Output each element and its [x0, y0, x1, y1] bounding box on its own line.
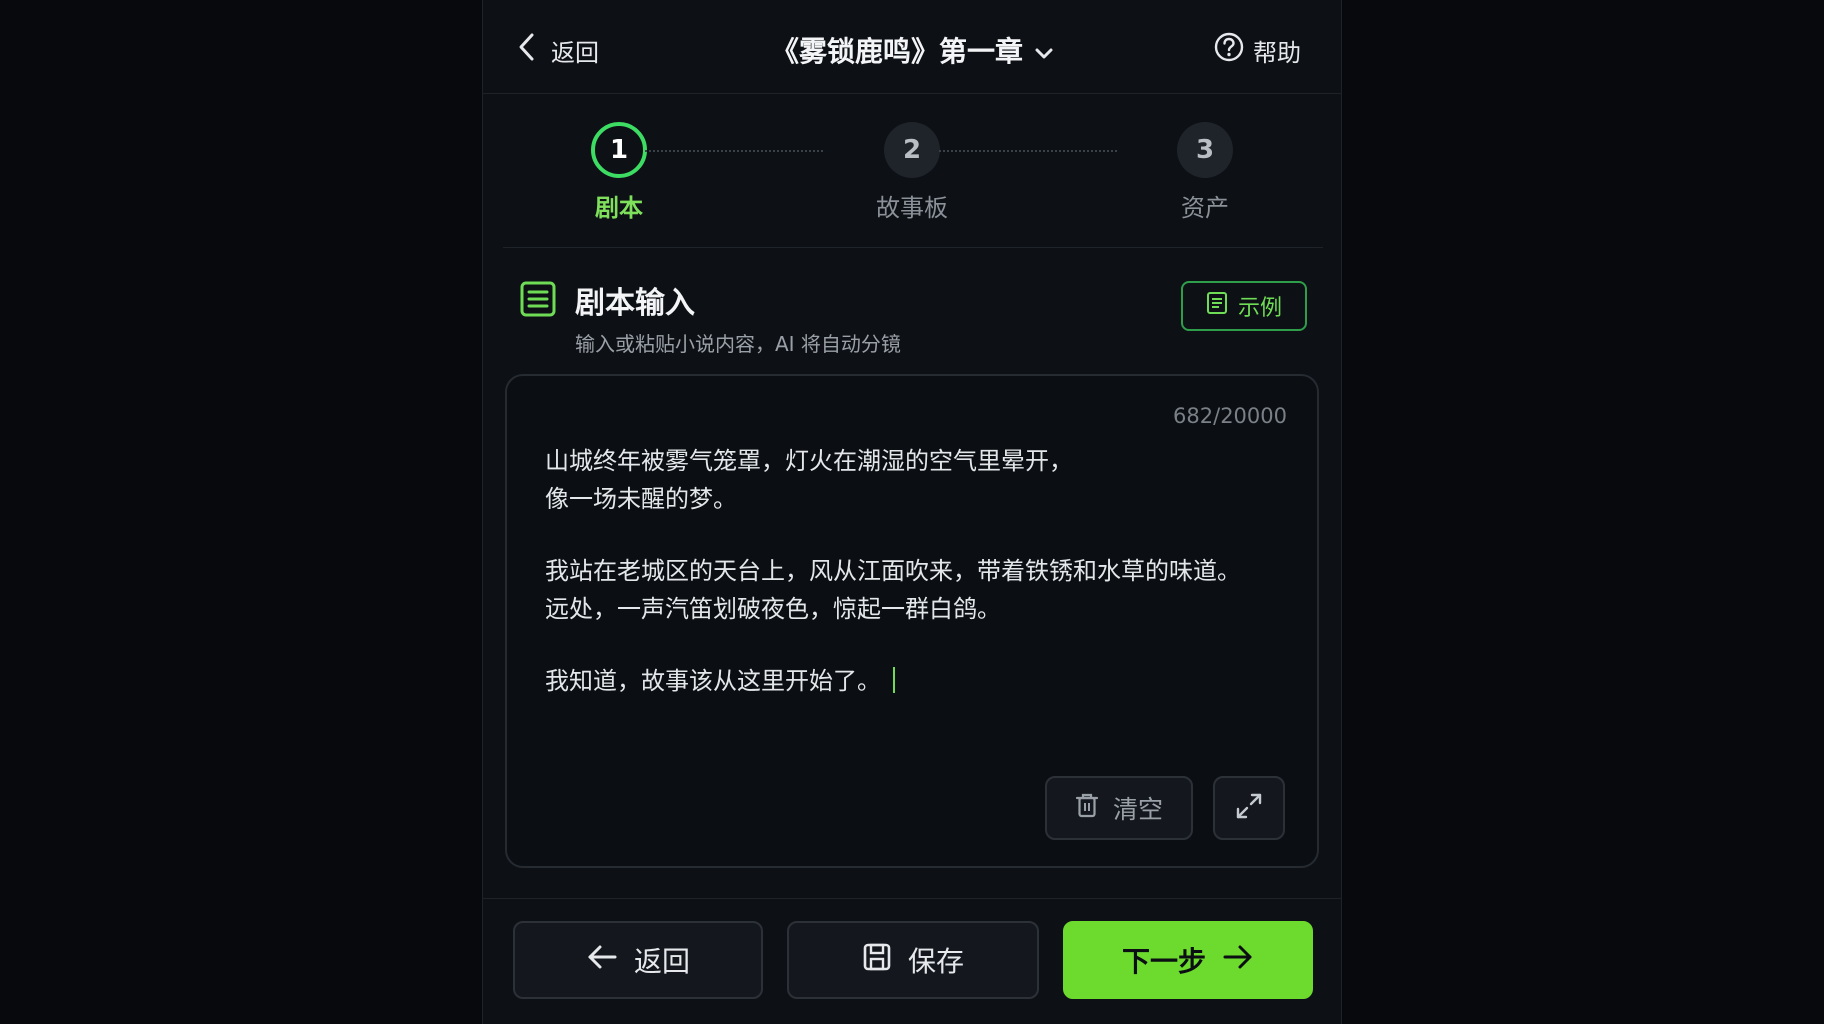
text-line: 我站在老城区的天台上，风从江面吹来，带着铁锈和水草的味道。	[545, 557, 1241, 585]
question-circle-icon	[1213, 31, 1245, 69]
text-line: 我知道，故事该从这里开始了。	[545, 667, 881, 695]
script-text[interactable]: 山城终年被雾气笼罩，灯火在潮湿的空气里晕开， 像一场未醒的梦。 我站在老城区的天…	[545, 442, 1285, 700]
section-title: 剧本输入	[575, 286, 695, 321]
example-label: 示例	[1237, 296, 1282, 321]
step-connector	[939, 150, 1117, 152]
step-label: 故事板	[876, 194, 948, 222]
step-label: 剧本	[595, 194, 643, 222]
save-label: 保存	[907, 945, 964, 978]
text-line-last: 我知道，故事该从这里开始了。	[545, 662, 1285, 700]
clear-label: 清空	[1112, 795, 1163, 824]
arrow-right-icon	[1222, 943, 1254, 978]
text-caret	[893, 667, 895, 693]
help-button[interactable]: 帮助	[1213, 30, 1301, 70]
char-counter: 682/20000	[1173, 404, 1287, 428]
step-number: 1	[591, 122, 647, 178]
text-line: 像一场未醒的梦。	[545, 485, 737, 513]
expand-icon	[1234, 791, 1264, 825]
example-button[interactable]: 示例	[1181, 281, 1307, 331]
trash-icon	[1075, 792, 1099, 824]
save-icon	[862, 942, 892, 979]
step-script[interactable]: 1 剧本	[559, 122, 679, 223]
clear-button[interactable]: 清空	[1045, 776, 1193, 840]
footer-back-label: 返回	[633, 945, 690, 978]
document-list-icon	[519, 280, 557, 322]
step-label: 资产	[1181, 194, 1229, 222]
app-panel: 返回 《雾锁鹿鸣》第一章 帮助 1 剧本 2 故事板 3 资产 剧本输入 输入或…	[482, 0, 1342, 1024]
text-line: 远处，一声汽笛划破夜色，惊起一群白鸽。	[545, 595, 1001, 623]
footer-back-button[interactable]: 返回	[513, 921, 763, 999]
page-title: 《雾锁鹿鸣》第一章	[770, 35, 1023, 68]
help-label: 帮助	[1253, 38, 1301, 67]
next-step-button[interactable]: 下一步	[1063, 921, 1313, 999]
section-subtitle: 输入或粘贴小说内容，AI 将自动分镜	[575, 332, 901, 356]
next-step-label: 下一步	[1121, 945, 1206, 978]
document-icon	[1206, 291, 1228, 321]
progress-stepper: 1 剧本 2 故事板 3 资产	[503, 94, 1323, 248]
step-number: 2	[884, 122, 940, 178]
step-number: 3	[1177, 122, 1233, 178]
script-textarea[interactable]: 682/20000 山城终年被雾气笼罩，灯火在潮湿的空气里晕开， 像一场未醒的梦…	[505, 374, 1319, 868]
top-bar: 返回 《雾锁鹿鸣》第一章 帮助	[483, 0, 1341, 94]
arrow-left-icon	[586, 943, 618, 978]
save-button[interactable]: 保存	[787, 921, 1039, 999]
bottom-action-bar: 返回 保存 下一步	[483, 898, 1341, 1024]
text-line: 山城终年被雾气笼罩，灯火在潮湿的空气里晕开，	[545, 447, 1073, 475]
chevron-down-icon	[1035, 34, 1053, 67]
step-connector	[645, 150, 823, 152]
step-storyboard[interactable]: 2 故事板	[852, 122, 972, 223]
step-assets[interactable]: 3 资产	[1145, 122, 1265, 223]
expand-button[interactable]	[1213, 776, 1285, 840]
